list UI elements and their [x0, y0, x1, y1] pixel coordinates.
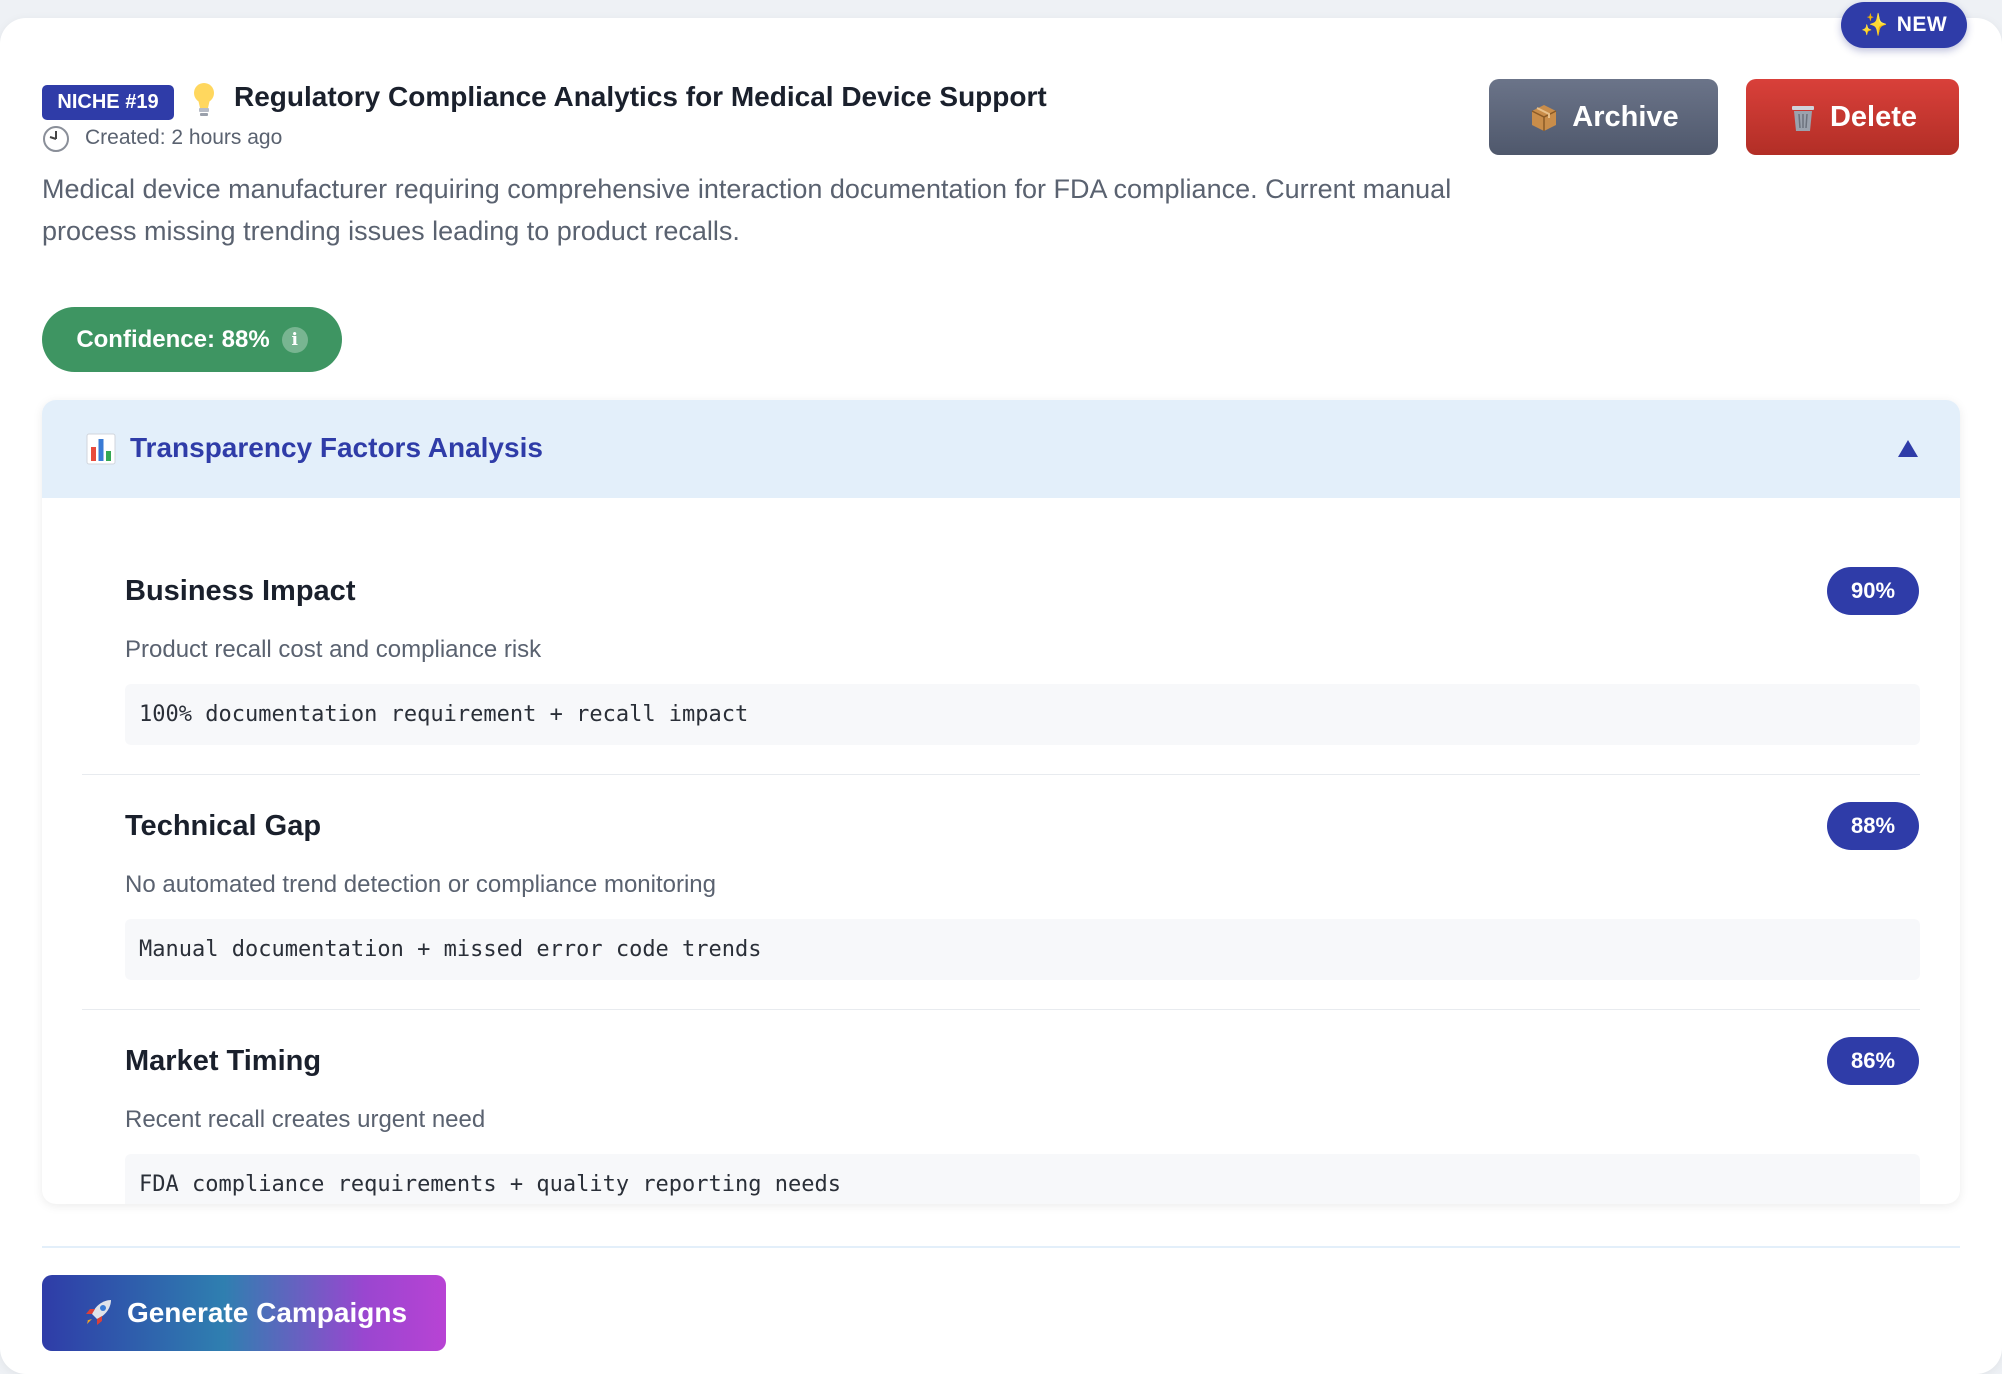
niche-card: NICHE #19 Regulatory Compliance Analytic… [0, 18, 2002, 1374]
generate-campaigns-label: Generate Campaigns [126, 1297, 408, 1328]
lightbulb-icon [194, 83, 214, 116]
factor-description: Recent recall creates urgent need [125, 1106, 486, 1133]
info-icon[interactable]: i [281, 326, 308, 353]
bar-chart-icon [86, 433, 116, 465]
rocket-icon [84, 1300, 111, 1325]
factor-score-badge: 86% [1827, 1037, 1919, 1085]
trash-icon [1791, 106, 1814, 131]
confidence-badge: Confidence: 88% i [42, 307, 342, 372]
panel-header-toggle[interactable]: Transparency Factors Analysis [42, 400, 1960, 498]
confidence-label: Confidence: 88% [76, 325, 270, 353]
archive-button[interactable]: Archive [1489, 79, 1718, 155]
created-timestamp: Created: 2 hours ago [85, 126, 283, 149]
factor-score-badge: 88% [1827, 802, 1919, 850]
factor-description: Product recall cost and compliance risk [125, 636, 542, 663]
factor-name: Market Timing [125, 1045, 322, 1077]
factor-evidence: FDA compliance requirements + quality re… [125, 1154, 1920, 1204]
clock-icon [43, 126, 69, 152]
delete-button[interactable]: Delete [1746, 79, 1959, 155]
generate-campaigns-button[interactable]: Generate Campaigns [42, 1275, 446, 1351]
factor-name: Business Impact [125, 575, 356, 607]
archive-label: Archive [1572, 100, 1679, 133]
new-label: NEW [1896, 13, 1948, 36]
package-icon [1531, 105, 1557, 131]
niche-number-badge: NICHE #19 [42, 85, 174, 120]
factor-name: Technical Gap [125, 810, 322, 842]
divider [42, 1246, 1960, 1248]
niche-description: Medical device manufacturer requiring co… [42, 174, 1452, 246]
new-badge: ✨ NEW [1841, 2, 1967, 48]
factor-score-badge: 90% [1827, 567, 1919, 615]
factor-description: No automated trend detection or complian… [125, 871, 716, 898]
triangle-up-icon[interactable] [1898, 440, 1918, 457]
sparkle-icon: ✨ [1860, 12, 1889, 37]
divider [82, 1009, 1920, 1010]
factor-evidence: 100% documentation requirement + recall … [125, 684, 1920, 745]
transparency-factors-panel: Transparency Factors Analysis Business I… [42, 400, 1960, 1204]
divider [82, 774, 1920, 775]
factor-evidence: Manual documentation + missed error code… [125, 919, 1920, 980]
panel-title: Transparency Factors Analysis [130, 432, 543, 463]
niche-title: Regulatory Compliance Analytics for Medi… [234, 81, 1047, 112]
delete-label: Delete [1829, 100, 1918, 133]
